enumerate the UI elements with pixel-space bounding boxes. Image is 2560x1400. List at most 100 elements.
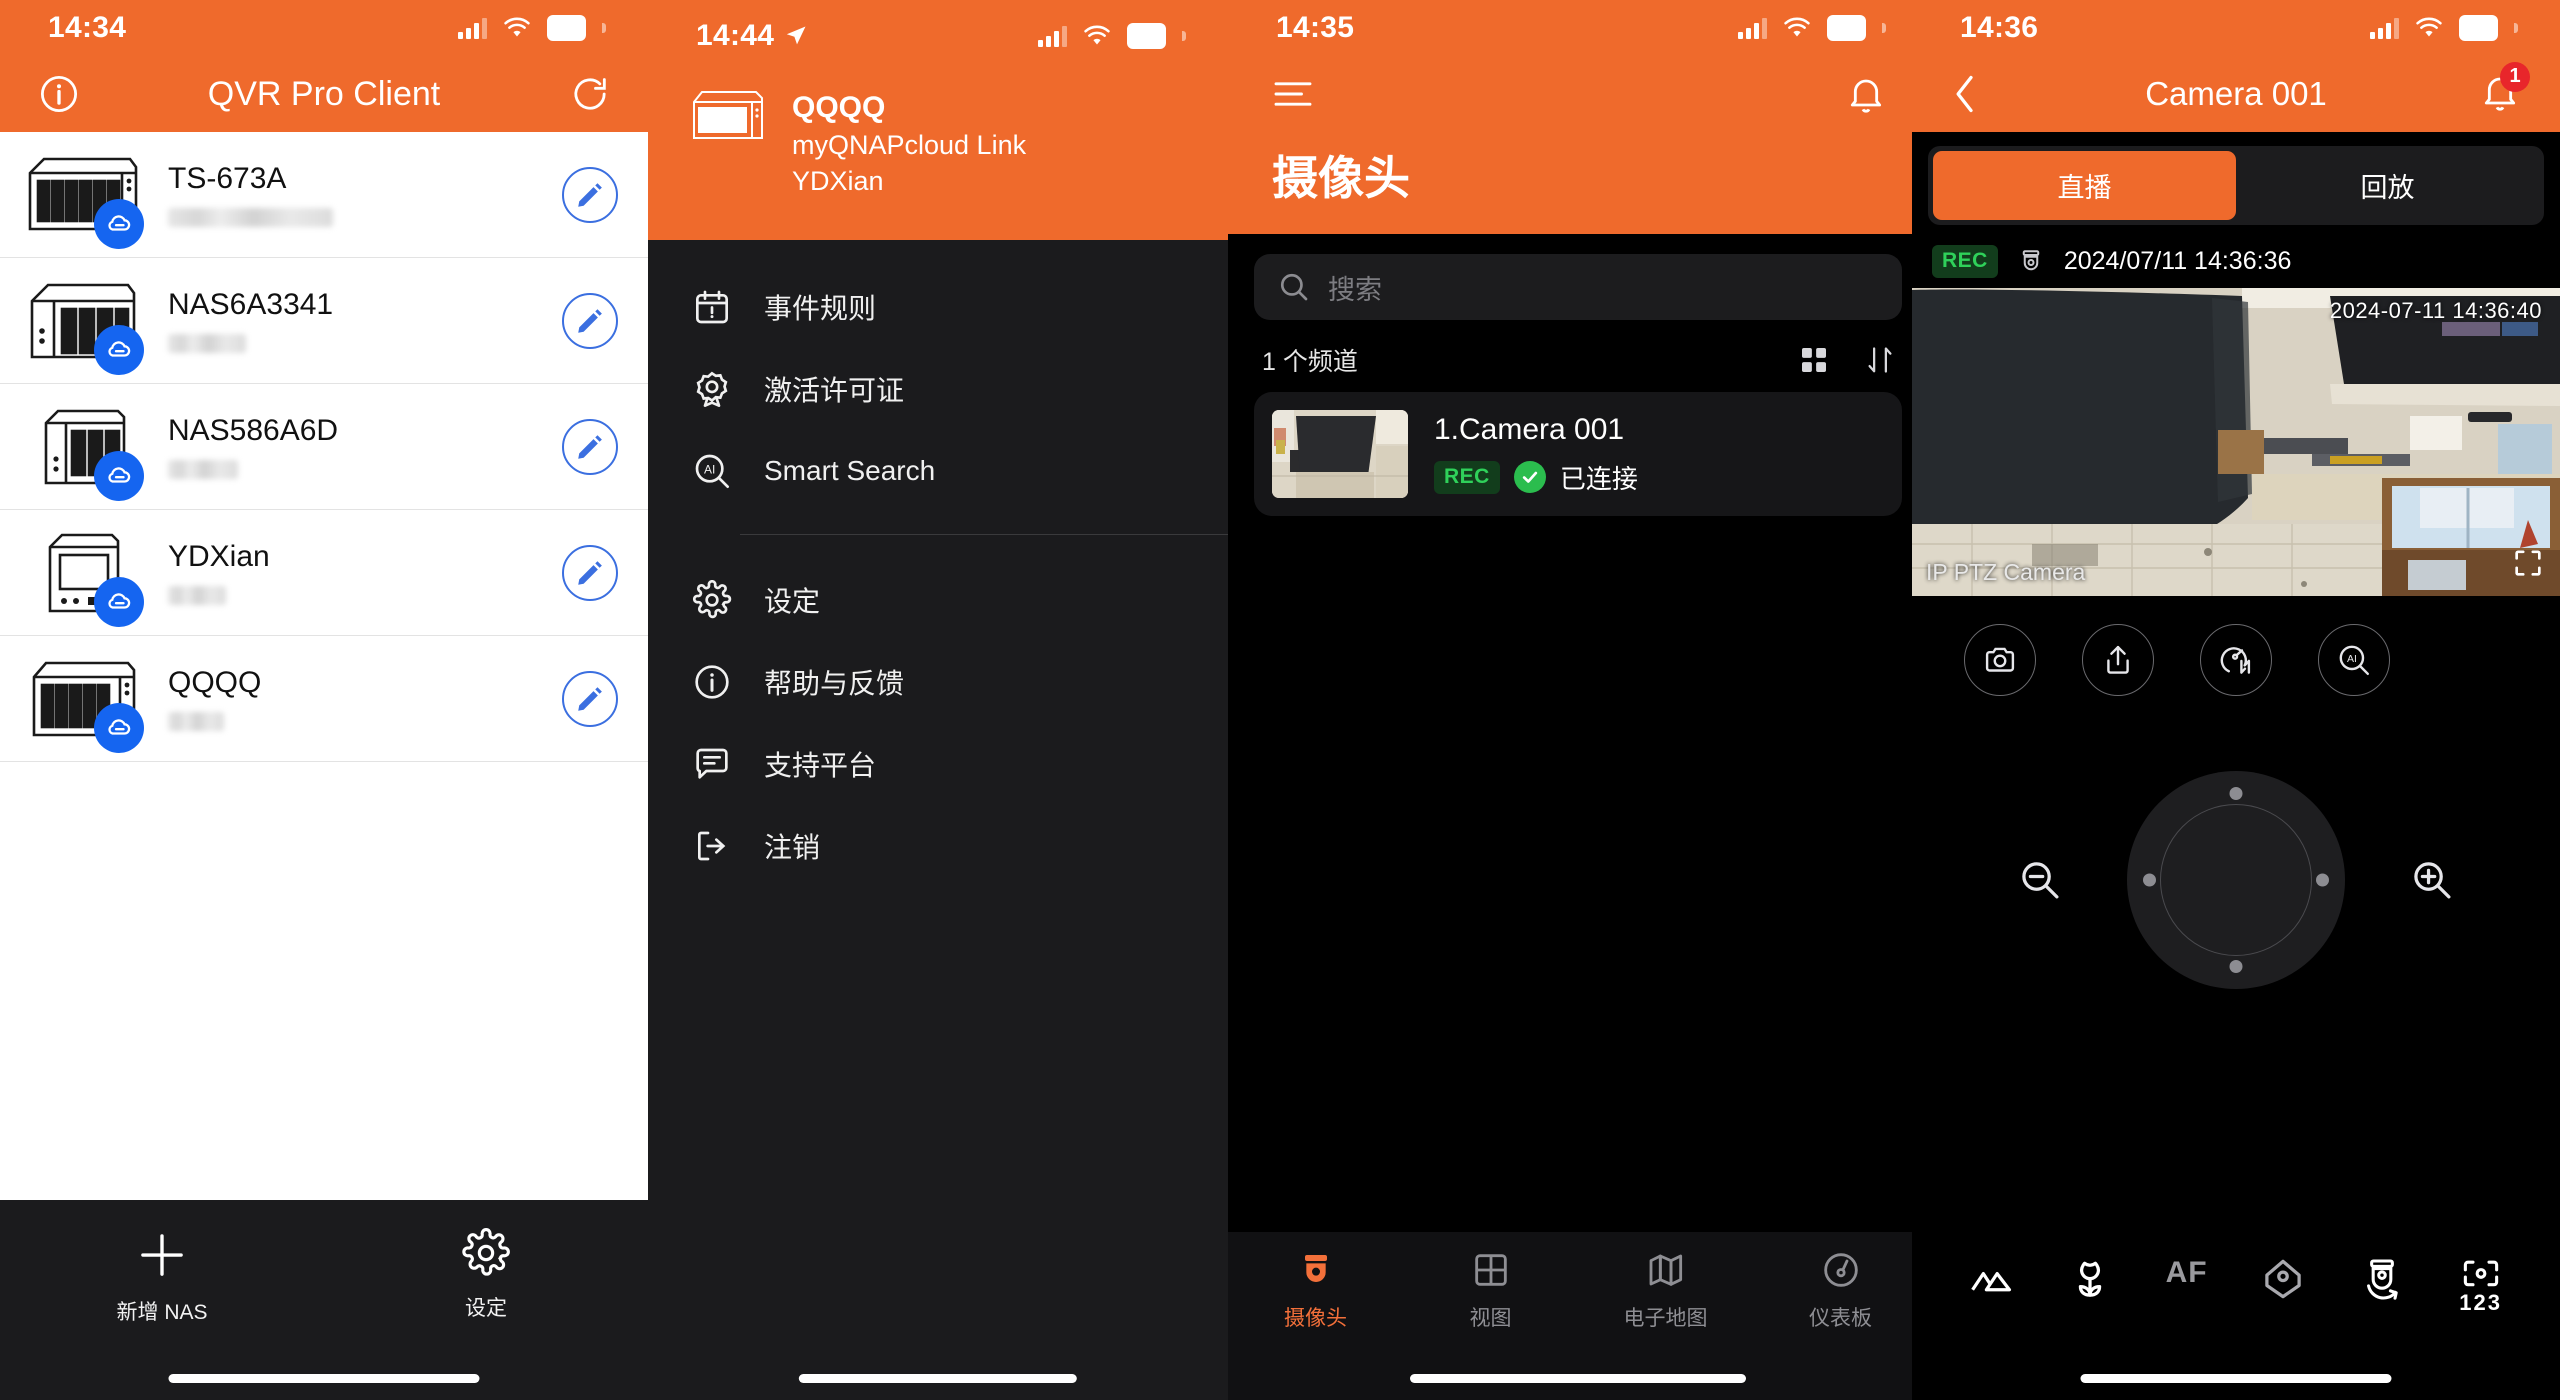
- grid-view-icon[interactable]: [1798, 344, 1830, 376]
- preset-positions-button[interactable]: 123: [2458, 1256, 2504, 1316]
- auto-pan-button[interactable]: [2359, 1256, 2405, 1302]
- ptz-up-dot[interactable]: [2229, 787, 2243, 800]
- rec-badge: REC: [1932, 245, 1998, 278]
- nas-name: YDXian: [168, 539, 270, 573]
- menu-item-activate-license[interactable]: 激活许可证: [648, 348, 1228, 430]
- camera-thumbnail: [1272, 410, 1408, 498]
- tab-label: 摄像头: [1284, 1307, 1347, 1330]
- menu-item-label: 支持平台: [764, 749, 877, 781]
- nas-row[interactable]: TS-673A: [0, 132, 648, 258]
- hamburger-icon[interactable]: [1272, 77, 1314, 111]
- cameras-bottom-bar: 摄像头 视图 电子地图 仪表板: [1228, 1232, 1928, 1400]
- ptz-joystick-inner: [2160, 804, 2312, 956]
- sort-icon[interactable]: [1864, 343, 1896, 377]
- nas-row[interactable]: YDXian: [0, 510, 648, 636]
- status-bar-menu: 14:44 76: [648, 8, 1228, 64]
- settings-button[interactable]: 设定: [324, 1228, 648, 1322]
- ptz-down-dot[interactable]: [2229, 960, 2243, 973]
- edit-nas-button[interactable]: [562, 418, 618, 475]
- nas-row-texts: YDXian: [146, 540, 562, 606]
- panel-nas-list: 14:34 81 QVR Pro Client TS-673A NAS6A334…: [0, 0, 648, 1400]
- status-left: 14:34: [48, 11, 126, 45]
- edit-nas-button[interactable]: [562, 166, 618, 223]
- home-preset-button[interactable]: [2260, 1256, 2306, 1302]
- segmented-control: 直播 回放: [1928, 146, 2544, 225]
- tab-emap[interactable]: 电子地图: [1578, 1250, 1753, 1332]
- nas-address-masked: [168, 334, 246, 354]
- menu-account[interactable]: QQQQ myQNAPcloud Link YDXian: [648, 64, 1228, 200]
- snapshot-button[interactable]: [1964, 624, 2036, 696]
- battery-level: 80: [2465, 14, 2491, 40]
- tab-dashboard[interactable]: 仪表板: [1753, 1250, 1928, 1332]
- nas-row-texts: NAS586A6D: [146, 414, 562, 480]
- bell-icon[interactable]: [1846, 73, 1886, 115]
- zoom-out-button[interactable]: [2017, 857, 2063, 903]
- fullscreen-icon[interactable]: [2512, 547, 2544, 584]
- gear-icon: [692, 579, 732, 619]
- battery-nub: [602, 23, 606, 33]
- autofocus-button[interactable]: AF: [2166, 1256, 2208, 1290]
- ptz-joystick[interactable]: [2127, 771, 2345, 989]
- nas-row[interactable]: NAS6A3341: [0, 258, 648, 384]
- ptz-control-zone: [1912, 700, 2560, 1060]
- refresh-icon[interactable]: [570, 74, 610, 114]
- camera-detail-navbar: Camera 001 1: [1912, 56, 2560, 132]
- ai-search-button[interactable]: AI: [2318, 624, 2390, 696]
- cctv-camera-icon: [1304, 1255, 1327, 1282]
- nas-device-icon: [18, 651, 146, 753]
- menu-item-event-rules[interactable]: 事件规则: [648, 266, 1228, 348]
- edit-nas-button[interactable]: [562, 544, 618, 601]
- account-user: YDXian: [792, 166, 884, 197]
- ptz-left-dot[interactable]: [2143, 873, 2156, 887]
- focus-near-button[interactable]: [2067, 1256, 2113, 1302]
- panel-camera-detail: 14:36 80 Camera 001 1 直播 回放 REC 2024/07/…: [1912, 0, 2560, 1400]
- menu-item-support-platform[interactable]: 支持平台: [648, 723, 1228, 805]
- menu-item-settings[interactable]: 设定: [648, 559, 1228, 641]
- recording-timestamp: 2024/07/11 14:36:36: [2063, 247, 2292, 275]
- camera-status-row: REC 已连接: [1434, 459, 1638, 496]
- info-circle-icon[interactable]: [38, 73, 80, 115]
- wifi-icon: [1784, 17, 1810, 37]
- battery-nub: [1882, 23, 1886, 33]
- zoom-in-button[interactable]: [2409, 857, 2455, 903]
- video-overlay-timestamp: 2024-07-11 14:36:40: [2329, 298, 2542, 323]
- nas-device-icon: [18, 525, 146, 627]
- status-left: 14:36: [1960, 11, 2038, 45]
- tab-cameras[interactable]: 摄像头: [1228, 1250, 1403, 1332]
- nas-list-header: 14:34 81 QVR Pro Client: [0, 0, 648, 132]
- home-indicator: [2080, 1374, 2392, 1383]
- logout-icon: [698, 831, 726, 861]
- account-connection: myQNAPcloud Link: [792, 130, 1027, 160]
- nas-address-masked: [168, 586, 226, 606]
- share-icon: [2107, 645, 2129, 674]
- edit-nas-button[interactable]: [562, 292, 618, 349]
- nas-row[interactable]: NAS586A6D: [0, 384, 648, 510]
- menu-item-label: 激活许可证: [764, 374, 905, 406]
- menu-item-logout[interactable]: 注销: [648, 805, 1228, 887]
- cameras-meta-row: 1 个频道: [1254, 320, 1902, 392]
- status-time: 14:35: [1276, 11, 1355, 44]
- menu-item-label: 事件规则: [764, 292, 877, 324]
- menu-item-help-feedback[interactable]: 帮助与反馈: [648, 641, 1228, 723]
- add-nas-button[interactable]: 新增 NAS: [0, 1228, 324, 1326]
- search-input[interactable]: 搜索: [1254, 254, 1902, 320]
- tab-live[interactable]: 直播: [1933, 151, 2236, 220]
- page-title: Camera 001: [2145, 75, 2327, 112]
- edit-nas-button[interactable]: [562, 670, 618, 727]
- notifications-button[interactable]: 1: [2480, 61, 2530, 118]
- tab-playback[interactable]: 回放: [2236, 151, 2539, 220]
- focus-far-button[interactable]: [1968, 1256, 2014, 1302]
- ptz-right-dot[interactable]: [2316, 873, 2329, 887]
- nas-address-masked: [168, 712, 224, 732]
- account-name: QQQQ: [792, 91, 886, 124]
- notification-badge: 1: [2500, 61, 2530, 92]
- menu-item-smart-search[interactable]: AI Smart Search: [648, 430, 1228, 512]
- live-video-view[interactable]: 2024-07-11 14:36:40 IP PTZ Camera: [1912, 288, 2560, 596]
- share-button[interactable]: [2082, 624, 2154, 696]
- tab-label: 电子地图: [1623, 1307, 1708, 1330]
- myqnapcloud-badge-icon: [94, 324, 144, 375]
- nas-row[interactable]: QQQQ: [0, 636, 648, 762]
- tab-views[interactable]: 视图: [1403, 1250, 1578, 1332]
- camera-list-item[interactable]: 1.Camera 001 REC 已连接: [1254, 392, 1902, 516]
- stream-quality-button[interactable]: [2200, 624, 2272, 696]
